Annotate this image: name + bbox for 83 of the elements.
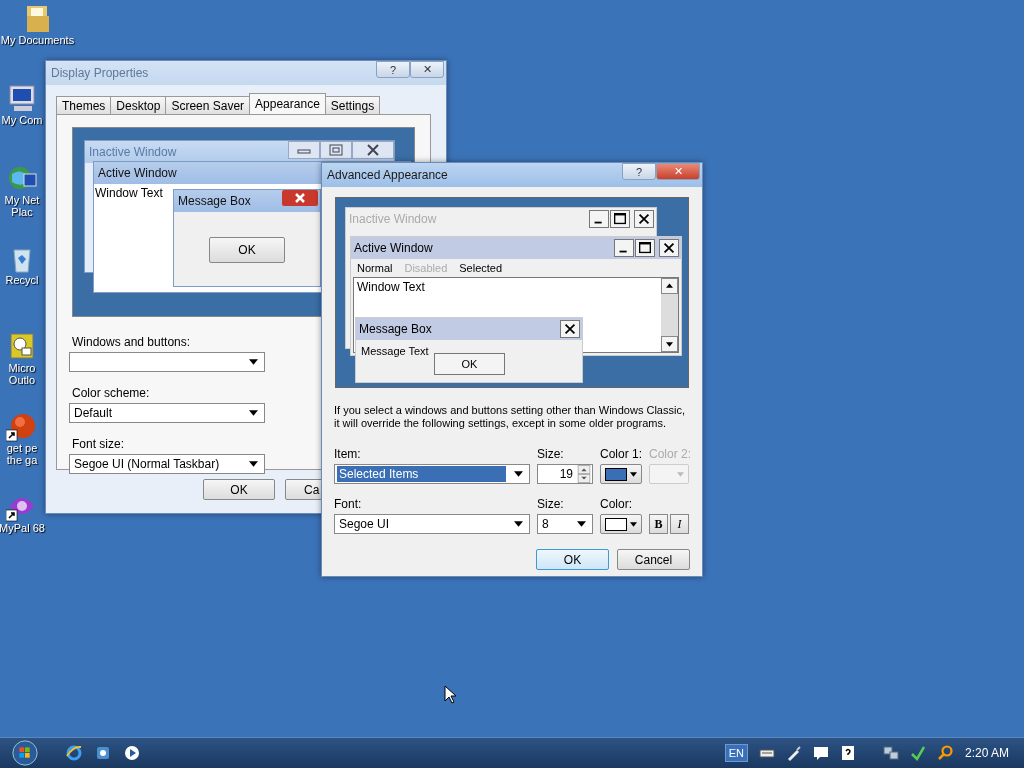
language-indicator[interactable]: EN xyxy=(724,744,748,762)
caret-icon xyxy=(249,359,258,365)
message-text: Message Text xyxy=(361,345,429,357)
minimize-icon xyxy=(589,210,609,228)
window-title: Inactive Window xyxy=(349,212,437,226)
bold-button[interactable]: B xyxy=(649,514,668,534)
window-text: Window Text xyxy=(356,279,426,296)
clock: 2:20 AM xyxy=(964,746,1009,760)
caret-icon xyxy=(630,471,637,477)
dropdown[interactable]: Segoe UI (Normal Taskbar) xyxy=(69,454,265,474)
window-title: Message Box xyxy=(178,194,251,208)
browser-icon[interactable] xyxy=(65,744,83,762)
caret-icon xyxy=(249,410,258,416)
caret-icon xyxy=(249,461,258,467)
window-title: Advanced Appearance xyxy=(327,168,448,182)
ok-button[interactable]: OK xyxy=(209,237,285,263)
scroll-down-icon[interactable] xyxy=(661,336,678,352)
close-icon xyxy=(282,190,318,206)
start-button[interactable] xyxy=(11,739,39,767)
mouse-pointer-icon xyxy=(444,685,456,704)
minimize-icon xyxy=(614,239,634,257)
media-player-icon[interactable] xyxy=(123,744,141,762)
help-button[interactable]: ? xyxy=(622,163,656,180)
tab[interactable]: Settings xyxy=(324,96,381,114)
scroll-up-icon[interactable] xyxy=(661,278,678,294)
tab[interactable]: Desktop xyxy=(110,96,167,114)
tab[interactable]: Appearance xyxy=(249,93,326,114)
italic-button[interactable]: I xyxy=(670,514,689,534)
field-label: Color scheme: xyxy=(72,386,151,400)
desktop-icon-label[interactable]: Micro Outlo xyxy=(8,362,36,386)
caret-icon xyxy=(514,471,523,477)
menu-item[interactable]: Normal xyxy=(357,262,393,274)
close-icon xyxy=(659,239,679,257)
window-title: Message Box xyxy=(359,322,432,336)
color-picker[interactable] xyxy=(600,464,642,484)
tab[interactable]: Themes xyxy=(56,96,112,114)
caret-icon xyxy=(514,521,523,527)
window-text: Window Text xyxy=(94,185,164,202)
field-label: Item: xyxy=(334,447,362,461)
desktop-icon-label[interactable]: My Com xyxy=(1,114,43,126)
dropdown[interactable]: Selected Items xyxy=(334,464,530,484)
scrollbar[interactable] xyxy=(661,278,678,352)
close-icon xyxy=(560,320,580,338)
field-label: Color 2: xyxy=(649,447,689,461)
desktop-icon-label[interactable]: Recycl xyxy=(5,274,39,286)
maximize-icon xyxy=(635,239,655,257)
desktop-icon-label[interactable]: My Documents xyxy=(0,34,75,46)
dialog-button[interactable]: Cancel xyxy=(617,549,690,570)
caret-icon xyxy=(630,521,637,527)
close-icon xyxy=(634,210,654,228)
window-title: Active Window xyxy=(354,241,433,255)
info-text: If you select a windows and buttons setting other than Windows Classic, it will override the following settings, except in some older programs. xyxy=(334,404,686,430)
dropdown[interactable]: Default xyxy=(69,403,265,423)
field-label: Size: xyxy=(537,497,565,511)
caret-icon xyxy=(677,471,684,477)
field-label: Font: xyxy=(334,497,363,511)
ok-button[interactable]: OK xyxy=(434,353,505,375)
spin-field[interactable]: 19 xyxy=(537,464,593,484)
spinner-arrows-icon[interactable] xyxy=(577,465,591,483)
field-label: Windows and buttons: xyxy=(72,335,192,349)
field-label: Size: xyxy=(537,447,565,461)
field-label: Font size: xyxy=(72,437,126,451)
computer-icon[interactable] xyxy=(6,82,38,114)
desktop-icon-label[interactable]: My Net Plac xyxy=(4,194,40,218)
menu-item[interactable]: Selected xyxy=(459,262,503,274)
window-title: Active Window xyxy=(98,166,177,180)
dropdown[interactable]: 8 xyxy=(537,514,593,534)
maximize-icon xyxy=(610,210,630,228)
color-picker[interactable] xyxy=(600,514,642,534)
field-label: Color 1: xyxy=(600,447,642,461)
window-title: Inactive Window xyxy=(89,145,177,159)
dialog-button[interactable]: OK xyxy=(203,479,275,500)
tab[interactable]: Screen Saver xyxy=(165,96,251,114)
window-title: Display Properties xyxy=(51,66,149,80)
field-label: Color: xyxy=(600,497,633,511)
dropdown[interactable] xyxy=(69,352,265,372)
network-icon[interactable] xyxy=(881,744,900,762)
desktop-icon-label[interactable]: MyPal 68 xyxy=(0,522,45,534)
chat-icon[interactable] xyxy=(811,744,830,762)
caret-icon xyxy=(577,521,586,527)
dropdown[interactable]: Segoe UI xyxy=(334,514,530,534)
desktop-icon-label[interactable]: get pe the ga xyxy=(6,442,38,466)
dialog-button[interactable]: OK xyxy=(536,549,609,570)
